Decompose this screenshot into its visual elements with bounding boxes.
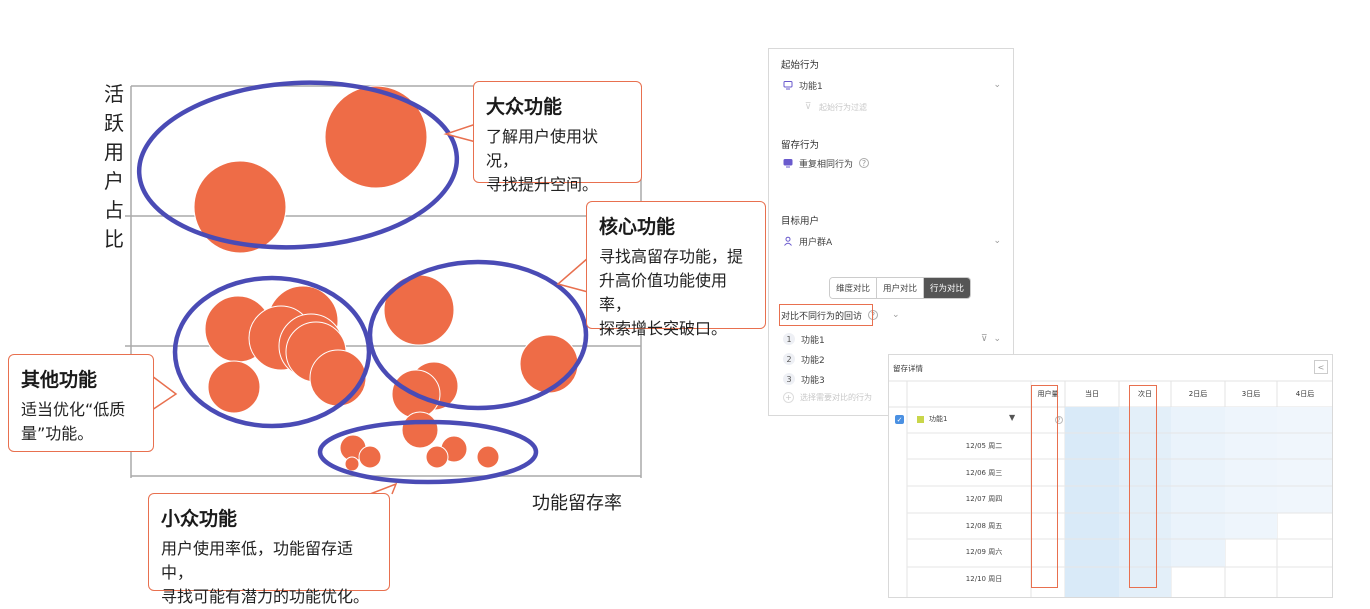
tab-dimension-compare[interactable]: 维度对比 [830, 278, 878, 298]
monitor-icon [783, 80, 793, 90]
compare-item-1[interactable]: 1 功能1 ⊽ ⌄ [783, 331, 1001, 347]
group-color-swatch [917, 416, 924, 423]
item-number-badge: 1 [783, 333, 795, 345]
bubble [309, 349, 367, 407]
col-header-day2: 2日后 [1188, 390, 1208, 398]
target-user-label: 目标用户 [781, 216, 820, 227]
mass-feature-desc: 了解用户使用状况， 寻找提升空间。 [486, 127, 599, 194]
chevron-down-icon: ⌄ [993, 80, 1001, 90]
retain-behavior-label: 留存行为 [781, 140, 820, 151]
bubble [193, 160, 287, 254]
compare-mode-tabs: 维度对比 用户对比 行为对比 [829, 277, 972, 299]
core-feature-callout: 核心功能 寻找高留存功能，提 升高价值功能使用率， 探索增长突破口。 [586, 201, 766, 338]
chevron-down-icon: ⌄ [993, 334, 1001, 344]
target-user-value: 用户群A [799, 237, 833, 248]
bubble [344, 456, 360, 472]
plus-icon: + [783, 391, 794, 403]
x-axis-label: 功能留存率 [532, 493, 622, 514]
compare-label-highlight [779, 304, 873, 326]
group-checkbox[interactable]: ✓ [895, 415, 904, 424]
retention-detail-panel: 留存详情 < 用户量 当日 次日 2日后 3日后 4日后 ✓ 功能1 ▼ ? 1… [888, 354, 1333, 598]
other-feature-callout: 其他功能 适当优化“低质 量”功能。 [8, 354, 154, 452]
bubble [207, 360, 261, 414]
retain-behavior-select[interactable]: 重复相同行为 ? [783, 155, 1001, 171]
col-header-day4: 4日后 [1295, 390, 1315, 398]
users-column-highlight [1031, 385, 1058, 588]
user-icon [783, 236, 793, 246]
bubble [476, 445, 500, 469]
niche-feature-callout: 小众功能 用户使用率低，功能留存适中， 寻找可能有潜力的功能优化。 [148, 493, 390, 606]
start-filter-button[interactable]: ⊽ 起始行为过滤 [803, 99, 1001, 115]
other-callout-pointer [151, 375, 178, 411]
target-user-select[interactable]: 用户群A ⌄ [783, 233, 1001, 249]
chevron-down-icon: ⌄ [993, 236, 1001, 246]
table-row-label: 12/05 周二 [965, 442, 1003, 450]
filter-icon: ⊽ [804, 102, 812, 112]
col-header-day0: 当日 [1085, 390, 1099, 398]
monitor-icon [783, 158, 793, 168]
table-row-label: 12/07 周四 [965, 495, 1003, 503]
item-number-badge: 2 [783, 353, 795, 365]
core-feature-title: 核心功能 [599, 216, 676, 238]
compare-item-label: 功能3 [801, 375, 825, 386]
bubble [425, 445, 449, 469]
other-feature-desc: 适当优化“低质 量”功能。 [21, 400, 126, 443]
add-compare-placeholder: 选择需要对比的行为 [800, 392, 872, 402]
mass-feature-callout: 大众功能 了解用户使用状况， 寻找提升空间。 [473, 81, 642, 194]
bubble [401, 411, 439, 449]
compare-item-label: 功能2 [801, 355, 825, 366]
caret-down-icon[interactable]: ▼ [1009, 413, 1015, 422]
compare-item-label: 功能1 [801, 335, 825, 346]
retain-behavior-value: 重复相同行为 [799, 159, 854, 170]
niche-feature-desc: 用户使用率低，功能留存适中， 寻找可能有潜力的功能优化。 [161, 539, 370, 606]
start-behavior-label: 起始行为 [781, 60, 820, 71]
tab-behavior-compare[interactable]: 行为对比 [924, 278, 971, 298]
next-day-column-highlight [1129, 385, 1157, 588]
retention-heat-cells [1065, 407, 1332, 597]
bubble [519, 334, 579, 394]
start-behavior-select[interactable]: 功能1 ⌄ [783, 77, 1001, 93]
niche-feature-title: 小众功能 [161, 508, 238, 530]
other-feature-title: 其他功能 [21, 369, 98, 391]
col-header-day3: 3日后 [1241, 390, 1261, 398]
table-row-label: 12/06 周三 [965, 469, 1003, 477]
table-row-label: 12/09 周六 [965, 548, 1003, 556]
group-label: 功能1 [929, 415, 948, 423]
y-axis-label: 活 跃 用 户 占 比 [104, 82, 124, 251]
table-row-label: 12/08 周五 [965, 522, 1003, 530]
item-number-badge: 3 [783, 373, 795, 385]
bubble [383, 274, 455, 346]
filter-icon[interactable]: ⊽ [981, 334, 988, 344]
help-icon[interactable]: ? [859, 158, 870, 168]
mass-feature-title: 大众功能 [486, 96, 563, 118]
chevron-down-icon: ⌄ [892, 310, 900, 320]
start-filter-label: 起始行为过滤 [819, 102, 867, 112]
core-feature-desc: 寻找高留存功能，提 升高价值功能使用率， 探索增长突破口。 [599, 247, 744, 338]
bubble [358, 445, 382, 469]
table-row-label: 12/10 周日 [965, 575, 1003, 583]
tab-user-compare[interactable]: 用户对比 [877, 278, 925, 298]
start-behavior-value: 功能1 [799, 81, 823, 92]
